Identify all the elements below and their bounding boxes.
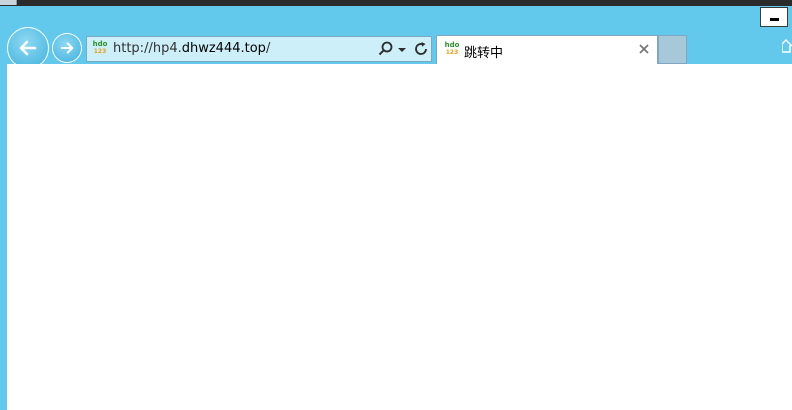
forward-arrow-icon [60, 42, 74, 54]
site-favicon-icon: hdo 123 [91, 40, 109, 58]
url-suffix: / [265, 41, 271, 56]
system-menu-icon[interactable] [0, 0, 17, 5]
tab-title: 跳转中 [464, 46, 504, 61]
url-text[interactable]: http://hp4.dhwz444.top/ [113, 41, 270, 56]
home-icon[interactable] [782, 38, 792, 54]
refresh-icon[interactable] [412, 40, 430, 58]
dropdown-arrow-icon[interactable] [397, 40, 407, 58]
back-button[interactable] [7, 27, 49, 69]
minimize-icon [770, 18, 779, 21]
title-bar [0, 0, 792, 6]
favicon-bottom-text: 123 [445, 49, 459, 56]
new-tab-button[interactable] [658, 35, 687, 64]
browser-window: hdo 123 http://hp4.dhwz444.top/ hdo 123 … [0, 0, 792, 410]
url-prefix: http://hp4. [113, 41, 182, 56]
tab-favicon-icon: hdo 123 [443, 41, 461, 59]
forward-button[interactable] [52, 33, 82, 63]
back-arrow-icon [19, 40, 37, 56]
search-icon[interactable] [377, 40, 395, 58]
close-icon[interactable] [637, 42, 651, 56]
favicon-top-text: hdo [92, 40, 108, 48]
page-content [7, 64, 792, 410]
url-domain: dhwz444.top [181, 41, 266, 56]
browser-tab[interactable]: hdo 123 跳转中 [436, 35, 658, 64]
minimize-button[interactable] [760, 7, 788, 27]
favicon-bottom-text: 123 [93, 48, 107, 55]
address-bar[interactable]: hdo 123 http://hp4.dhwz444.top/ [86, 36, 432, 62]
favicon-top-text: hdo [444, 41, 460, 49]
